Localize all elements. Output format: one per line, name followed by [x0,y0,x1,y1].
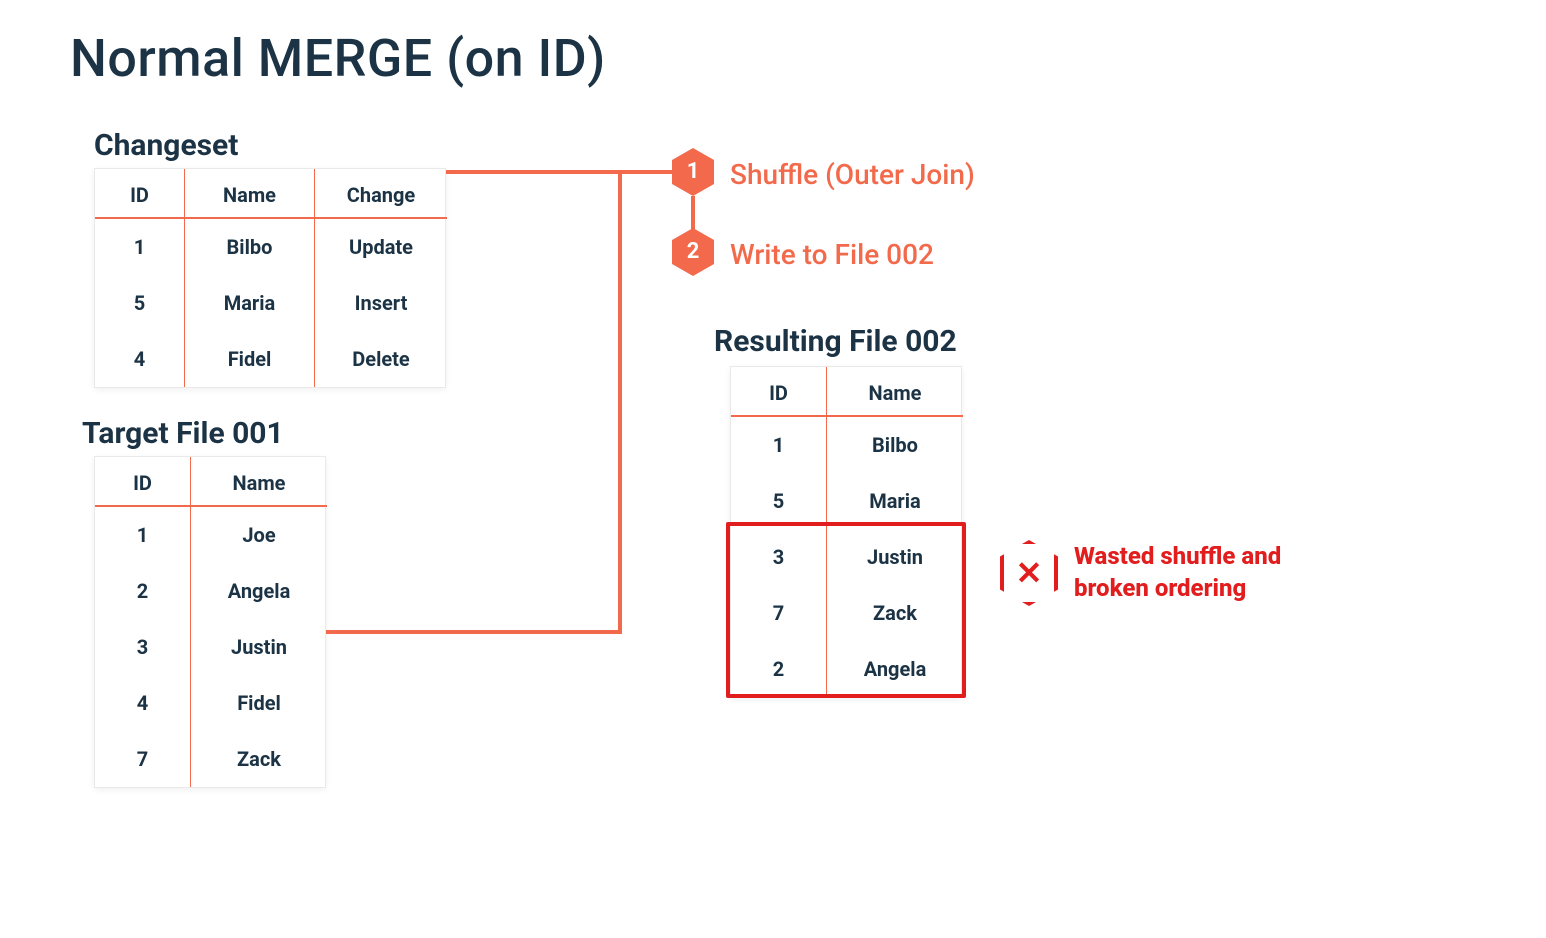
changeset-col-id: ID [95,169,185,219]
step-number: 1 [687,159,700,184]
table-cell: Fidel [185,331,315,387]
table-cell: Justin [191,619,327,675]
table-cell: 4 [95,331,185,387]
step-number: 2 [687,239,700,264]
table-cell: Joe [191,507,327,563]
changeset-label: Changeset [94,128,238,163]
step-label-1: Shuffle (Outer Join) [730,158,975,191]
table-cell: Angela [191,563,327,619]
table-cell: Zack [191,731,327,787]
error-icon-hex: ✕ [1000,540,1058,606]
x-icon: ✕ [1016,557,1043,589]
table-cell: 5 [95,275,185,331]
table-cell: Bilbo [827,417,963,473]
target-label: Target File 001 [82,416,284,451]
step-badge-1: 1 [672,148,714,196]
table-cell: Bilbo [185,219,315,275]
error-highlight-box [726,522,966,698]
step-label-2: Write to File 002 [730,238,934,271]
result-col-id: ID [731,367,827,417]
table-cell: Delete [315,331,447,387]
table-cell: 4 [95,675,191,731]
table-cell: Update [315,219,447,275]
table-cell: 1 [731,417,827,473]
table-cell: Maria [185,275,315,331]
table-cell: 1 [95,507,191,563]
error-text: Wasted shuffle and broken ordering [1074,540,1354,605]
table-cell: 1 [95,219,185,275]
changeset-col-change: Change [315,169,447,219]
target-col-id: ID [95,457,191,507]
target-col-name: Name [191,457,327,507]
step-connector [691,196,695,230]
result-label: Resulting File 002 [714,324,957,359]
changeset-col-name: Name [185,169,315,219]
table-cell: 3 [95,619,191,675]
step-badge-2: 2 [672,228,714,276]
table-cell: Maria [827,473,963,529]
table-cell: Insert [315,275,447,331]
table-cell: 5 [731,473,827,529]
result-col-name: Name [827,367,963,417]
table-cell: 7 [95,731,191,787]
table-cell: 2 [95,563,191,619]
table-cell: Fidel [191,675,327,731]
diagram-title: Normal MERGE (on ID) [70,28,606,89]
